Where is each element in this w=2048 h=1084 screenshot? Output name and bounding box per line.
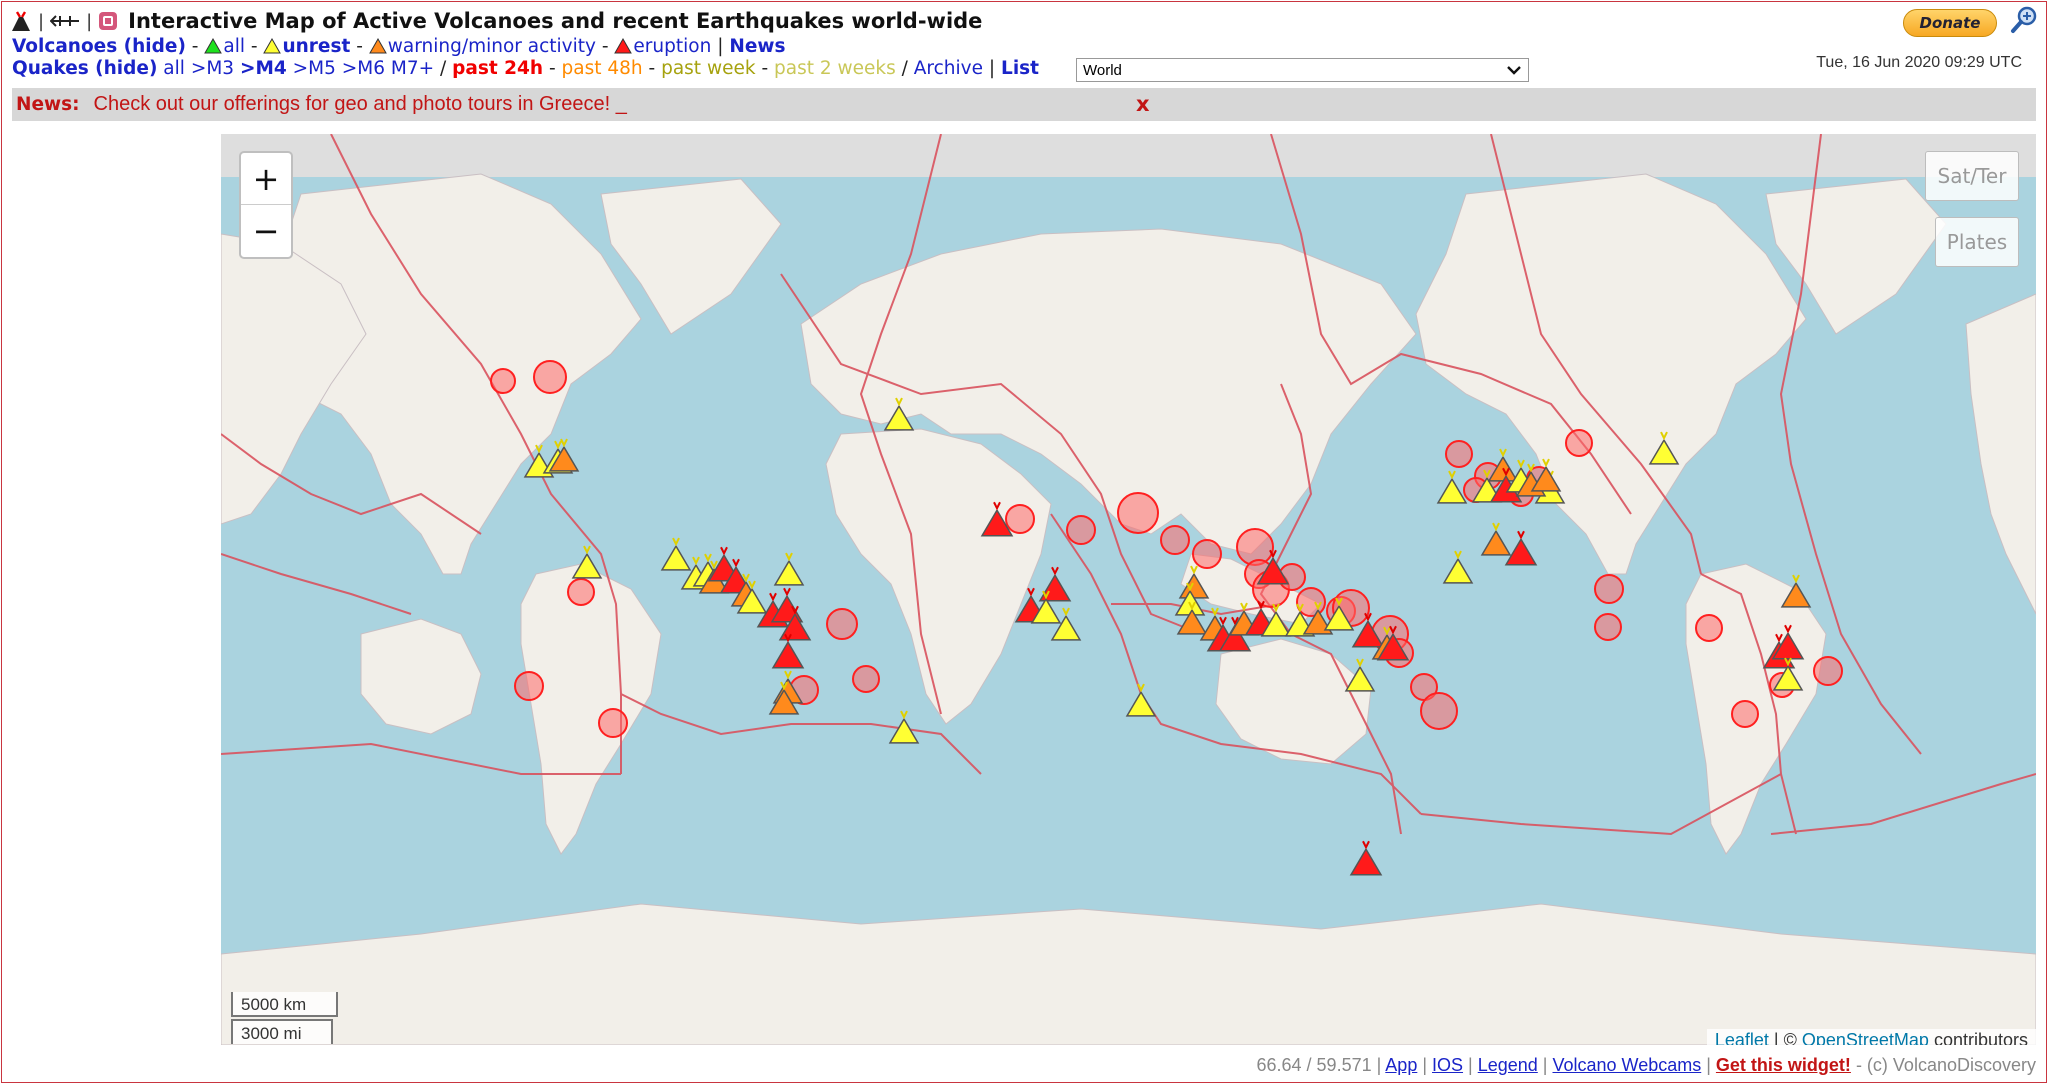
all-volcanoes-link[interactable]: all [223,36,245,57]
news-text-link[interactable]: Check out our offerings for geo and phot… [94,93,627,116]
earthquake-marker[interactable] [1594,613,1622,641]
period-past-week[interactable]: past week [661,58,755,79]
title-row: | | Interactive Map of Active Volcanoes … [10,8,982,34]
zoom-out-button[interactable]: − [241,205,291,257]
earthquake-marker[interactable] [1594,574,1624,604]
page-title: Interactive Map of Active Volcanoes and … [128,9,983,33]
plates-button[interactable]: Plates [1935,217,2019,267]
region-select-value: World [1083,61,1122,79]
earthquake-marker[interactable] [1005,504,1035,534]
quake-filter-m4[interactable]: >M4 [240,58,287,79]
fullscreen-icon[interactable] [98,10,118,32]
earthquake-marker[interactable] [490,368,516,394]
earthquake-marker[interactable] [1813,656,1843,686]
green-volcano-icon [204,38,223,54]
earthquake-marker[interactable] [598,708,628,738]
region-select[interactable]: World [1076,58,1529,82]
footer: 66.64 / 59.571 | App | IOS | Legend | Vo… [1256,1055,2037,1075]
period-past-48h[interactable]: past 48h [562,58,643,79]
news-bar: News: Check out our offerings for geo an… [12,88,2036,121]
map-attribution: Leaflet | © OpenStreetMap contributors [1706,1029,2036,1045]
earthquake-marker[interactable] [1160,525,1190,555]
magnifier-icon[interactable] [2010,6,2038,38]
zoom-in-button[interactable]: + [241,153,291,205]
earthquake-marker[interactable] [852,665,880,693]
quake-filter-m6[interactable]: >M6 [342,58,385,79]
leaflet-link[interactable]: Leaflet [1715,1030,1769,1045]
osm-link[interactable]: OpenStreetMap [1802,1030,1929,1045]
quake-filter-all[interactable]: all [163,58,185,79]
donate-button[interactable]: Donate [1903,9,1997,37]
news-label: News: [16,94,80,115]
earthquake-marker[interactable] [1695,614,1723,642]
earthquake-marker[interactable] [1117,492,1159,534]
datetime-utc: Tue, 16 Jun 2020 09:29 UTC [1816,54,2022,71]
volcano-logo-icon[interactable] [10,10,32,32]
map-canvas [221,134,2036,1045]
volcanoes-hide-link[interactable]: Volcanoes (hide) [12,36,186,57]
quake-filter-row: Quakes (hide) all >M3 >M4 >M5 >M6 M7+ / … [12,58,1040,79]
earthquake-marker[interactable] [567,578,595,606]
earthquake-marker[interactable] [1066,515,1096,545]
archive-link[interactable]: Archive [914,58,983,79]
footer-link-app[interactable]: App [1385,1055,1417,1075]
earthquake-marker[interactable] [1445,440,1473,468]
quake-filter-m7[interactable]: M7+ [391,58,434,79]
copyright: - (c) VolcanoDiscovery [1855,1055,2036,1075]
chevron-down-icon [1507,66,1521,75]
earthquake-marker[interactable] [1731,700,1759,728]
orange-volcano-icon [368,38,387,54]
warning-link[interactable]: warning/minor activity [388,36,596,57]
volcano-filter-row: Volcanoes (hide) - all - unrest - warnin… [12,36,786,57]
footer-link-ios[interactable]: IOS [1432,1055,1463,1075]
earthquake-marker[interactable] [514,671,544,701]
title-separator: | [86,10,93,32]
attribution-separator: | © [1768,1030,1802,1045]
footer-link-webcams[interactable]: Volcano Webcams [1552,1055,1701,1075]
get-widget-link[interactable]: Get this widget! [1716,1055,1851,1075]
scale-mi: 3000 mi [231,1019,333,1044]
quake-filter-m3[interactable]: >M3 [191,58,234,79]
title-separator: | [38,10,45,32]
earthquake-marker[interactable] [1192,539,1222,569]
earthquake-marker[interactable] [1420,692,1458,730]
footer-link-legend[interactable]: Legend [1478,1055,1538,1075]
collapse-arrows-icon[interactable] [50,10,80,32]
yellow-volcano-icon [263,38,282,54]
scale-km: 5000 km [231,992,338,1017]
red-volcano-icon [614,38,633,54]
news-close-button[interactable]: x [1136,92,1150,116]
period-past-24h[interactable]: past 24h [452,58,543,79]
quake-filter-m5[interactable]: >M5 [293,58,336,79]
sat-ter-button[interactable]: Sat/Ter [1925,151,2019,201]
earthquake-marker[interactable] [1296,587,1326,617]
earthquake-marker[interactable] [1565,429,1593,457]
world-map[interactable]: + − Sat/Ter Plates 5000 km 3000 mi Leafl… [221,134,2036,1045]
attribution-tail: contributors [1928,1030,2028,1045]
period-past-2-weeks[interactable]: past 2 weeks [774,58,896,79]
eruption-link[interactable]: eruption [633,36,711,57]
news-link[interactable]: News [729,36,785,57]
earthquake-marker[interactable] [826,608,858,640]
list-link[interactable]: List [1001,58,1039,79]
coords-readout: 66.64 / 59.571 [1256,1055,1372,1075]
quakes-hide-link[interactable]: Quakes (hide) [12,58,157,79]
unrest-link[interactable]: unrest [282,36,350,57]
earthquake-marker[interactable] [533,360,567,394]
zoom-control: + − [239,151,293,259]
